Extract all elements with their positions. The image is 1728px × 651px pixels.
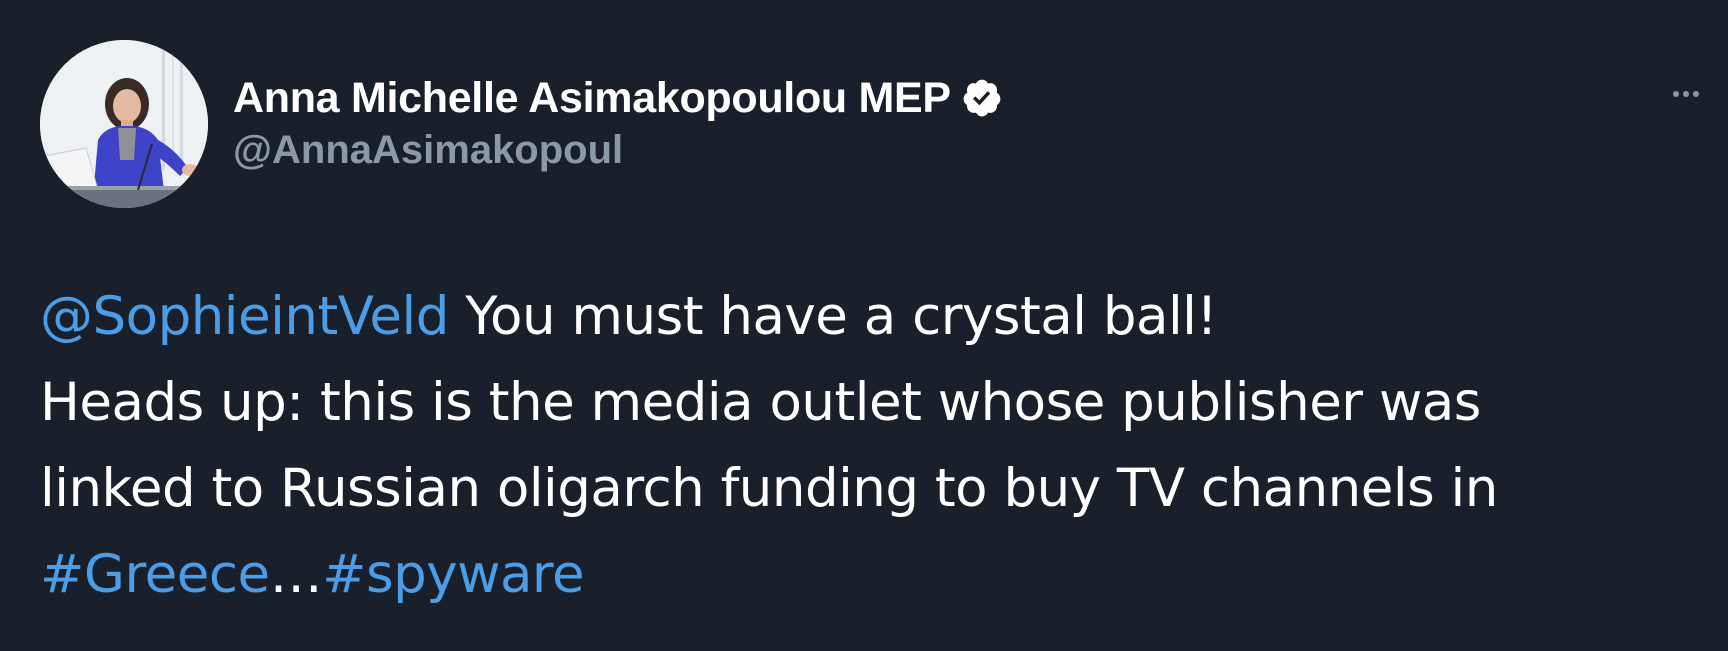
tweet-line-1-text: You must have a crystal ball! <box>448 286 1218 347</box>
profile-photo-icon <box>40 40 208 208</box>
ellipsis-text: … <box>269 544 323 605</box>
tweet-text: @SophieintVeld You must have a crystal b… <box>40 274 1700 618</box>
tweet-line-2: Heads up: this is the media outlet whose… <box>40 372 1481 433</box>
hashtag-link-spyware[interactable]: #spyware <box>322 544 585 605</box>
display-name[interactable]: Anna Michelle Asimakopoulou MEP <box>233 74 951 123</box>
avatar[interactable] <box>40 40 208 208</box>
ellipsis-horizontal-icon[interactable] <box>1672 86 1700 102</box>
author-handle[interactable]: @AnnaAsimakopoul <box>233 128 623 173</box>
verified-badge-icon <box>961 77 1003 119</box>
hashtag-link-greece[interactable]: #Greece <box>40 544 270 605</box>
tweet-line-1: @SophieintVeld You must have a crystal b… <box>40 274 1700 360</box>
tweet-line-4: #Greece…#spyware <box>40 532 1700 618</box>
mention-link[interactable]: @SophieintVeld <box>40 286 449 347</box>
tweet-line-3: linked to Russian oligarch funding to bu… <box>40 458 1498 519</box>
author-name-row: Anna Michelle Asimakopoulou MEP <box>233 72 1003 124</box>
